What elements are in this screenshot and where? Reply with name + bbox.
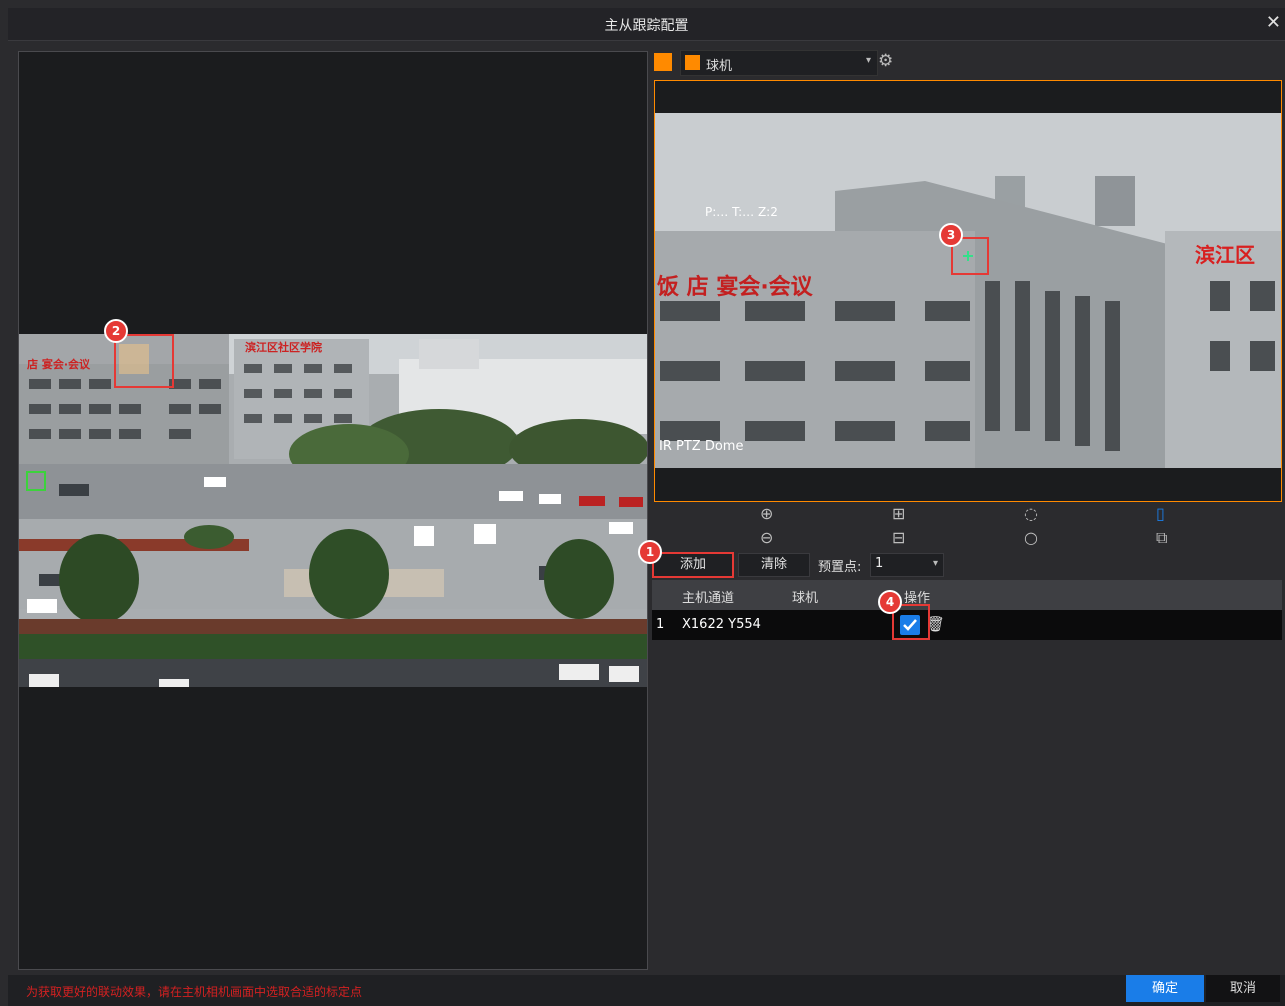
footer-hint: 为获取更好的联动效果，请在主机相机画面中选取合适的标定点 [26,985,363,999]
dome-camera-preview[interactable]: 滨江区 饭 店 宴会·会议 P:… T:… Z:2 IR PTZ Dome 3 [654,80,1282,502]
callout-3: 3 [939,223,963,247]
preview-osd-ptz: P:… T:… Z:2 [705,205,778,219]
col-dome: 球机 [792,591,819,606]
device-select-value: 球机 [706,59,733,74]
mouse-mode-icon[interactable]: ▯ [1156,504,1165,523]
callout-2-box [114,334,174,388]
col-host-channel: 主机通道 [682,591,735,606]
zoom-area-icon[interactable]: ⧉ [1156,528,1167,548]
dialog-title: 主从跟踪配置 [604,18,689,34]
preset-label: 预置点: [818,560,862,575]
preview-osd-sign2: 饭 店 宴会·会议 [657,275,813,300]
ok-button[interactable]: 确定 [1126,975,1204,1002]
callout-4: 4 [878,590,902,614]
action-button-row: 添加 清除 预置点: 1 ▾ 1 [638,540,1285,578]
preset-select-value: 1 [875,556,884,571]
row-host-channel: X1622 Y554 [682,617,761,632]
preset-select[interactable]: 1 ▾ [870,553,944,577]
device-select[interactable]: 球机 ▾ [680,50,878,76]
table-row[interactable]: 1 X1622 Y554 🗑 [652,610,1282,640]
dialog-footer: 为获取更好的联动效果，请在主机相机画面中选取合适的标定点 确定 取消 [8,975,1285,1006]
zoom-out-icon[interactable]: ⊖ [760,528,773,547]
table-header: 主机通道 球机 操作 [652,580,1282,610]
callout-2: 2 [104,319,128,343]
iris-close-icon[interactable]: ○ [1024,528,1038,547]
add-button[interactable]: 添加 [652,552,734,578]
master-image-sign2: 店 宴会·会议 [27,358,91,371]
clear-button[interactable]: 清除 [738,553,810,577]
iris-open-icon[interactable]: ◌ [1024,504,1038,523]
ptz-controls: ⊕ ⊞ ◌ ▯ ⊖ ⊟ ○ ⧉ [652,504,1285,558]
callout-1: 1 [638,540,662,564]
master-image-sign: 滨江区社区学院 [245,341,322,354]
focus-near-icon[interactable]: ⊞ [892,504,905,523]
master-camera-view[interactable]: 滨江区社区学院 店 宴会·会议 2 [18,51,648,970]
focus-far-icon[interactable]: ⊟ [892,528,905,547]
preview-osd-sign: 滨江区 [1195,243,1255,267]
device-color-icon [685,55,700,70]
chevron-down-icon: ▾ [932,558,938,569]
zoom-in-icon[interactable]: ⊕ [760,504,773,523]
dialog-titlebar: 主从跟踪配置 ✕ [8,8,1285,41]
close-icon[interactable]: ✕ [1266,12,1281,33]
chevron-down-icon: ▾ [865,55,871,66]
gear-icon[interactable]: ⚙ [878,51,893,71]
device-color-swatch[interactable] [654,53,672,71]
cancel-button[interactable]: 取消 [1206,975,1280,1002]
preview-osd-channel: IR PTZ Dome [659,439,744,454]
row-index: 1 [656,617,665,632]
dome-camera-panel: 球机 ▾ ⚙ 滨江区 饭 店 宴会·会议 P:… T:… Z:2 IR PTZ … [638,44,1285,968]
tracking-table: 主机通道 球机 操作 1 X1622 Y554 🗑 4 [652,580,1282,640]
device-toolbar: 球机 ▾ ⚙ [652,50,1285,76]
